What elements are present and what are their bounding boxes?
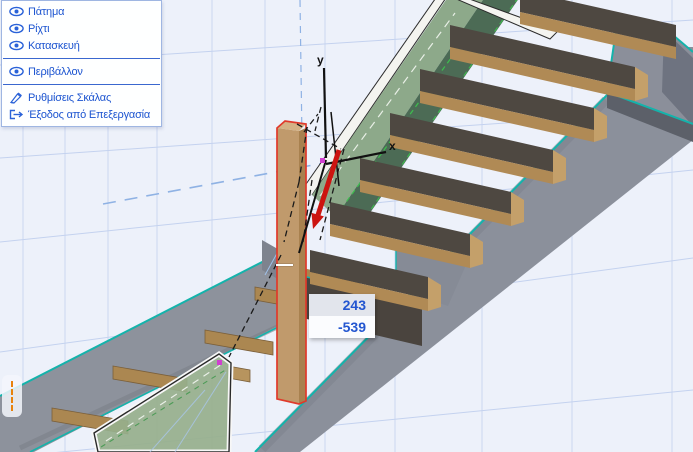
menu-item-structure[interactable]: Κατασκευή [2,37,161,54]
menu-item-riser[interactable]: Ρίχτι [2,20,161,37]
stair-edit-viewport[interactable]: Πάτημα Ρίχτι Κατασκευή Περιβάλλον Ρυθμίσ… [0,0,693,452]
eye-icon [9,40,28,51]
exit-edit-icon [9,109,28,120]
panel-hotspot [217,360,222,365]
tracker-field-x[interactable]: 243 [309,294,375,316]
coordinate-tracker: 243 -539 [309,294,375,338]
menu-item-label: Περιβάλλον [28,65,83,78]
x-axis-label: x [389,139,396,153]
edit-plane-handle[interactable] [2,375,22,417]
menu-item-label: Πάτημα [28,5,65,18]
menu-item-label: Ρυθμίσεις Σκάλας [28,91,112,104]
menu-divider [3,58,160,59]
menu-item-exit-edit[interactable]: Έξοδος από Επεξεργασία [2,106,161,123]
menu-item-stair-settings[interactable]: Ρυθμίσεις Σκάλας [2,89,161,106]
edit-plane-dash-icon [11,381,13,411]
selected-column[interactable] [276,120,307,405]
menu-item-label: Κατασκευή [28,39,80,52]
menu-item-label: Ρίχτι [28,22,50,35]
stair-edit-context-menu: Πάτημα Ρίχτι Κατασκευή Περιβάλλον Ρυθμίσ… [1,0,162,127]
y-axis-label: y [317,53,324,67]
eye-icon [9,66,28,77]
menu-divider [3,84,160,85]
origin-hotspot [320,158,325,163]
eye-icon [9,6,28,17]
menu-item-environment[interactable]: Περιβάλλον [2,63,161,80]
tracker-field-y[interactable]: -539 [309,316,375,338]
menu-item-label: Έξοδος από Επεξεργασία [28,108,151,121]
cursor-crosshair [276,264,293,266]
eye-icon [9,23,28,34]
menu-item-tread[interactable]: Πάτημα [2,3,161,20]
stair-settings-icon [9,91,28,104]
